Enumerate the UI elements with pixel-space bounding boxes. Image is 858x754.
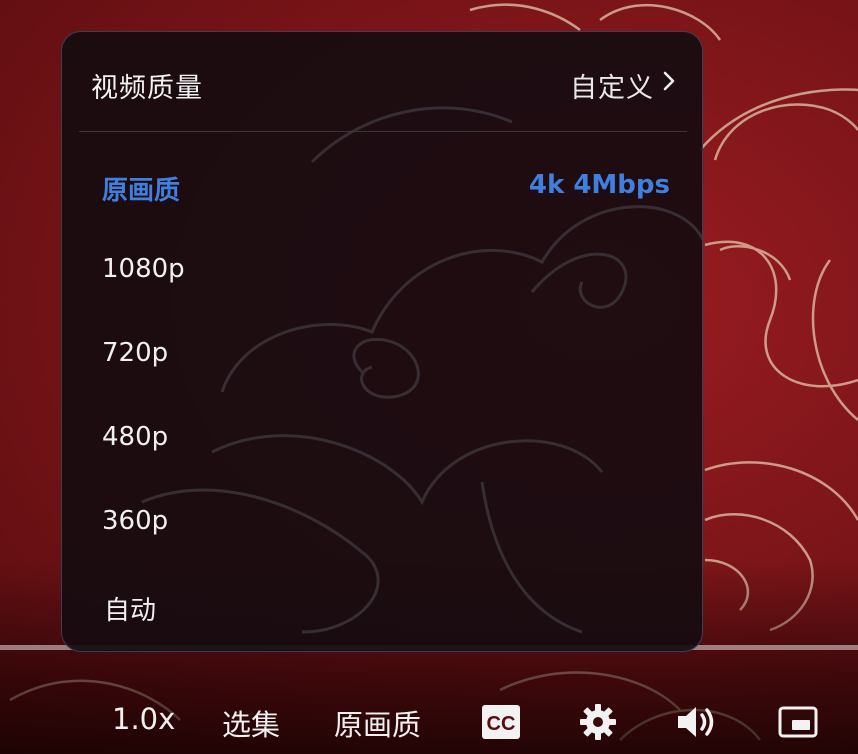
quality-menu: 视频质量 自定义 原画质 4k 4Mbps 1080p 720p 480p 36… [61,31,703,652]
miniplayer-icon[interactable] [778,706,818,738]
cc-icon-text: CC [487,713,516,735]
quality-option-480p[interactable]: 480p [62,398,702,478]
quality-option-720p[interactable]: 720p [62,314,702,394]
quality-option-auto[interactable]: 自动 [62,566,702,646]
playback-speed-button[interactable]: 1.0x [112,702,175,736]
quality-option-label: 自动 [104,596,157,626]
quality-option-label: 480p [102,422,169,452]
divider [79,131,687,132]
quality-option-original[interactable]: 原画质 4k 4Mbps [62,146,702,226]
episodes-button[interactable]: 选集 [222,702,280,744]
quality-option-label: 720p [102,338,169,368]
quality-option-label: 360p [102,506,169,536]
quality-option-label: 原画质 [102,176,181,206]
custom-quality-link[interactable]: 自定义 [570,66,654,105]
quality-option-1080p[interactable]: 1080p [62,230,702,310]
player-controls: 1.0x 选集 原画质 CC [0,690,858,754]
quality-option-bitrate: 4k 4Mbps [528,170,670,200]
chevron-right-icon[interactable] [658,70,680,92]
volume-icon[interactable] [676,704,720,740]
quality-button[interactable]: 原画质 [334,702,421,744]
cc-icon[interactable]: CC [481,704,521,740]
quality-menu-header: 视频质量 自定义 [62,32,702,132]
quality-menu-title: 视频质量 [91,73,203,104]
quality-option-label: 1080p [102,254,185,284]
quality-option-360p[interactable]: 360p [62,482,702,562]
gear-icon[interactable] [578,702,618,742]
